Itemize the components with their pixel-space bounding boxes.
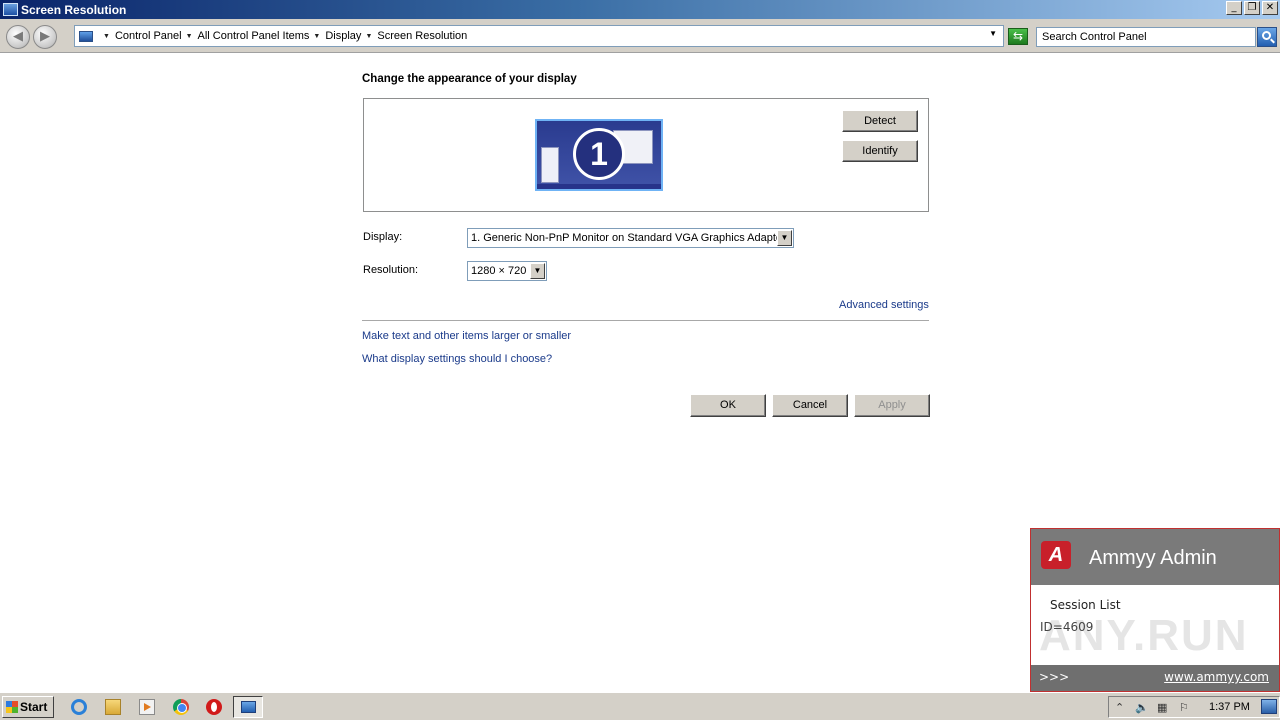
- display-app-icon: [3, 3, 18, 16]
- back-arrow-icon: ◀: [13, 29, 23, 44]
- ammyy-expand-arrows[interactable]: >>>: [1039, 670, 1069, 684]
- ammyy-footer: >>> www.ammyy.com: [1031, 665, 1279, 691]
- breadcrumb-screen-resolution[interactable]: Screen Resolution: [377, 30, 467, 42]
- resolution-label: Resolution:: [363, 264, 419, 276]
- system-tray: ⌃ 🔈 ▦ ⚐ 1:37 PM: [1108, 696, 1280, 718]
- monitor-number: 1: [573, 128, 625, 180]
- monitor-panel: 1 Detect Identify: [363, 98, 929, 212]
- network-icon[interactable]: ▦: [1157, 701, 1167, 714]
- anyrun-watermark: ANY.RUN: [1039, 611, 1249, 660]
- search-button[interactable]: [1257, 27, 1277, 47]
- back-button[interactable]: ◀: [6, 25, 30, 49]
- start-button[interactable]: Start: [2, 696, 54, 718]
- window-controls: _ ❐ ✕: [1226, 1, 1278, 15]
- resolution-select-value: 1280 × 720: [471, 265, 527, 277]
- session-list-label[interactable]: Session List: [1050, 598, 1121, 612]
- ok-button[interactable]: OK: [690, 394, 766, 417]
- restore-button[interactable]: ❐: [1244, 1, 1260, 15]
- divider: [362, 320, 929, 321]
- chevron-down-icon[interactable]: ▼: [777, 230, 792, 246]
- search-input[interactable]: Search Control Panel: [1036, 27, 1256, 47]
- monitor-preview-doc-left: [541, 147, 559, 183]
- monitor-preview-taskbar: [537, 184, 661, 189]
- breadcrumb-root-chevron[interactable]: ▼: [103, 33, 110, 40]
- search-icon-handle: [1270, 38, 1275, 44]
- breadcrumb-chevron[interactable]: ▼: [365, 33, 372, 40]
- breadcrumb-chevron[interactable]: ▼: [186, 33, 193, 40]
- chevron-down-icon[interactable]: ▼: [530, 263, 545, 279]
- ammyy-admin-popup[interactable]: A Ammyy Admin ANY.RUN Session List ID=46…: [1030, 528, 1280, 692]
- windows-flag-icon: [6, 701, 18, 713]
- ammyy-header: A Ammyy Admin: [1031, 529, 1279, 585]
- tray-expand-icon[interactable]: ⌃: [1115, 701, 1124, 714]
- taskbar: Start ⌃ 🔈 ▦ ⚐ 1:37 PM: [0, 692, 1280, 720]
- ammyy-url-link[interactable]: www.ammyy.com: [1164, 670, 1269, 684]
- ammyy-id: ID=4609: [1040, 620, 1094, 634]
- close-button[interactable]: ✕: [1262, 1, 1278, 15]
- media-player-icon[interactable]: [139, 699, 155, 715]
- ammyy-logo-icon: A: [1041, 541, 1071, 569]
- page-title: Change the appearance of your display: [362, 73, 577, 85]
- identify-button[interactable]: Identify: [842, 140, 918, 162]
- internet-explorer-icon[interactable]: [71, 699, 87, 715]
- forward-arrow-icon: ▶: [40, 29, 50, 44]
- taskbar-screen-resolution-window[interactable]: [233, 696, 263, 718]
- chrome-icon[interactable]: [173, 699, 189, 715]
- breadcrumb-control-panel[interactable]: Control Panel: [115, 30, 182, 42]
- opera-icon[interactable]: [206, 699, 222, 715]
- cancel-button[interactable]: Cancel: [772, 394, 848, 417]
- window-title: Screen Resolution: [21, 2, 127, 17]
- display-help-link[interactable]: What display settings should I choose?: [362, 353, 552, 365]
- breadcrumb[interactable]: ▼ Control Panel ▼ All Control Panel Item…: [74, 25, 1004, 47]
- display-select[interactable]: 1. Generic Non-PnP Monitor on Standard V…: [467, 228, 794, 248]
- show-desktop-icon[interactable]: [1261, 699, 1277, 714]
- folder-icon[interactable]: [105, 699, 121, 715]
- apply-button[interactable]: Apply: [854, 394, 930, 417]
- text-size-link[interactable]: Make text and other items larger or smal…: [362, 330, 571, 342]
- title-bar: Screen Resolution _ ❐ ✕: [0, 0, 1280, 19]
- address-bar: ◀ ▶ ▼ Control Panel ▼ All Control Panel …: [0, 19, 1280, 53]
- start-label: Start: [20, 700, 48, 714]
- resolution-select[interactable]: 1280 × 720 ▼: [467, 261, 547, 281]
- volume-icon[interactable]: 🔈: [1135, 701, 1149, 714]
- display-select-value: 1. Generic Non-PnP Monitor on Standard V…: [471, 232, 786, 244]
- action-center-flag-icon[interactable]: ⚐: [1179, 701, 1189, 714]
- forward-button[interactable]: ▶: [33, 25, 57, 49]
- control-panel-icon: [79, 30, 93, 42]
- ammyy-title: Ammyy Admin: [1089, 547, 1217, 569]
- clock[interactable]: 1:37 PM: [1209, 701, 1250, 713]
- breadcrumb-display[interactable]: Display: [325, 30, 361, 42]
- monitor-icon[interactable]: 1: [535, 119, 663, 191]
- advanced-settings-link[interactable]: Advanced settings: [839, 299, 929, 311]
- refresh-button[interactable]: ⇆: [1008, 28, 1028, 45]
- breadcrumb-chevron[interactable]: ▼: [313, 33, 320, 40]
- display-label: Display:: [363, 231, 403, 243]
- refresh-icon: ⇆: [1012, 29, 1024, 43]
- address-dropdown-icon[interactable]: ▼: [989, 29, 997, 38]
- detect-button[interactable]: Detect: [842, 110, 918, 132]
- control-panel-icon: [241, 701, 256, 713]
- minimize-button[interactable]: _: [1226, 1, 1242, 15]
- breadcrumb-all-items[interactable]: All Control Panel Items: [198, 30, 310, 42]
